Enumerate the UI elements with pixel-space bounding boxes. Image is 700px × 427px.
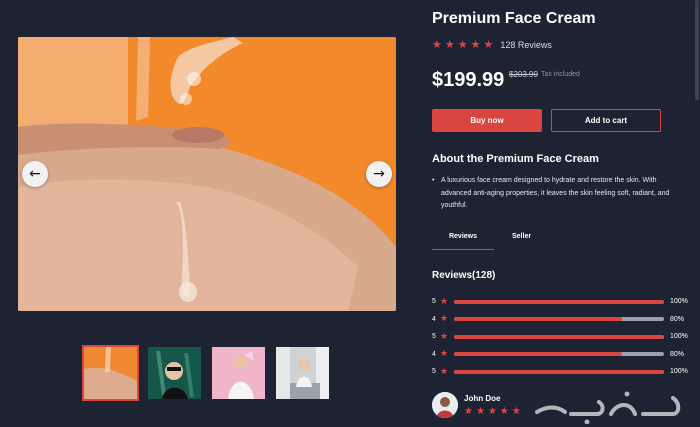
- star-icon: ★: [499, 406, 509, 417]
- old-price: $203.99: [509, 70, 538, 79]
- reviewer-rating: ★ ★ ★ ★ ★: [464, 407, 521, 417]
- rating-bar-row: 5 ★ 100%: [432, 293, 692, 311]
- rating-bar-row: 4 ★ 80%: [432, 346, 692, 364]
- rating-level: 5: [432, 333, 436, 341]
- review-item: John Doe ★ ★ ★ ★ ★: [432, 392, 521, 418]
- rating-percent: 80%: [670, 350, 685, 358]
- rating-bar-track: [454, 299, 664, 304]
- info-tabs: Reviews Seller: [432, 233, 531, 250]
- star-icon: ★: [483, 38, 494, 51]
- rating-bar-fill: [454, 352, 622, 357]
- thumbnail-1[interactable]: [82, 345, 139, 401]
- star-icon: ★: [475, 406, 485, 417]
- tab-reviews[interactable]: Reviews: [432, 233, 494, 250]
- star-icon: ★: [511, 406, 521, 417]
- reviews-count[interactable]: 128 Reviews: [500, 40, 552, 50]
- add-to-cart-button[interactable]: Add to cart: [551, 109, 661, 132]
- star-icon: ★: [444, 38, 455, 51]
- previous-image-button[interactable]: ←: [22, 161, 48, 187]
- bullet-icon: •: [432, 177, 435, 184]
- rating-bar-row: 4 ★ 80%: [432, 311, 692, 329]
- rating-percent: 100%: [670, 368, 688, 376]
- star-icon: ★: [464, 406, 473, 417]
- product-title: Premium Face Cream: [432, 10, 596, 27]
- arrow-right-icon: →: [373, 166, 385, 182]
- page-scrollbar[interactable]: [695, 0, 699, 100]
- rating-level: 5: [432, 368, 436, 376]
- rating-bar-row: 5 ★ 100%: [432, 363, 692, 381]
- reviews-heading: Reviews(128): [432, 270, 496, 281]
- rating-bar-row: 5 ★ 100%: [432, 328, 692, 346]
- tax-note: Tax included: [541, 71, 580, 78]
- thumbnail-4[interactable]: [276, 347, 329, 399]
- rating-level: 4: [432, 315, 436, 323]
- thumbnail-3[interactable]: [212, 347, 265, 399]
- buy-now-button[interactable]: Buy now: [432, 109, 542, 132]
- current-price: $199.99: [432, 69, 505, 91]
- star-icon: ★: [487, 406, 497, 417]
- rating-level: 4: [432, 350, 436, 358]
- rating-bar-track: [454, 352, 664, 357]
- star-icon: ★: [440, 331, 449, 342]
- rating-level: 5: [432, 298, 436, 306]
- star-icon: ★: [432, 38, 442, 51]
- star-icon: ★: [440, 314, 449, 325]
- reviewer-name: John Doe: [464, 394, 501, 403]
- star-icon: ★: [440, 349, 449, 360]
- rating-bar-fill: [454, 369, 664, 374]
- next-image-button[interactable]: →: [366, 161, 392, 187]
- tab-seller[interactable]: Seller: [512, 233, 531, 250]
- star-icon: ★: [457, 38, 468, 51]
- product-rating: ★ ★ ★ ★ ★ 128 Reviews: [432, 39, 552, 50]
- rating-breakdown: 5 ★ 100% 4 ★ 80% 5 ★ 100% 4 ★ 80% 5 ★ 10…: [432, 293, 692, 381]
- rating-percent: 100%: [670, 298, 688, 306]
- rating-percent: 100%: [670, 333, 688, 341]
- star-icon: ★: [440, 366, 449, 377]
- rating-bar-track: [454, 317, 664, 322]
- rating-bar-fill: [454, 317, 622, 322]
- product-main-image: ← →: [18, 37, 396, 311]
- thumbnail-strip: [82, 345, 329, 401]
- rating-bar-track: [454, 369, 664, 374]
- star-icon: ★: [470, 38, 481, 51]
- rating-bar-fill: [454, 334, 664, 339]
- star-icon: ★: [440, 296, 449, 307]
- about-heading: About the Premium Face Cream: [432, 153, 599, 165]
- arrow-left-icon: ←: [29, 166, 41, 182]
- about-item: A luxurious face cream designed to hydra…: [441, 177, 670, 209]
- thumbnail-2[interactable]: [148, 347, 201, 399]
- rating-bar-track: [454, 334, 664, 339]
- reviewer-info: John Doe ★ ★ ★ ★ ★: [464, 392, 521, 417]
- avatar: [432, 392, 458, 418]
- watermark-logo: [527, 384, 687, 425]
- rating-bar-fill: [454, 299, 664, 304]
- rating-percent: 80%: [670, 315, 685, 323]
- about-list: • A luxurious face cream designed to hyd…: [432, 175, 682, 213]
